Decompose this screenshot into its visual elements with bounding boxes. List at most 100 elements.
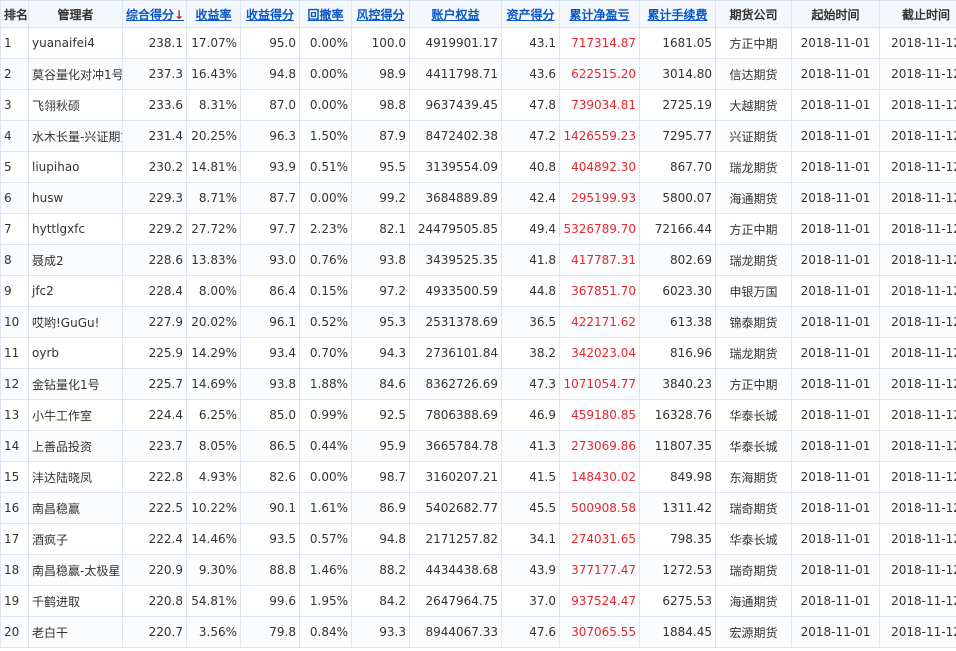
cell-return-rate: 6.25% bbox=[186, 399, 241, 431]
cell-rank: 2 bbox=[0, 58, 29, 90]
cell-start-date: 2018-11-01 bbox=[791, 27, 880, 59]
col-asset-score-header[interactable]: 资产得分 bbox=[501, 0, 560, 28]
cell-rank: 17 bbox=[0, 523, 29, 555]
cell-fees: 802.69 bbox=[639, 244, 716, 276]
col-equity-header[interactable]: 账户权益 bbox=[409, 0, 502, 28]
cell-asset-score: 43.9 bbox=[501, 554, 560, 586]
cell-end-date: 2018-11-12 bbox=[879, 461, 956, 493]
cell-start-date: 2018-11-01 bbox=[791, 151, 880, 183]
table-row[interactable]: 3 飞翎秋硕 233.6 8.31% 87.0 0.00% 98.8 9637439.45 47… bbox=[0, 89, 956, 121]
cell-drawdown: 1.61% bbox=[299, 492, 352, 524]
cell-return-rate: 14.29% bbox=[186, 337, 241, 369]
col-risk-score-header[interactable]: 风控得分 bbox=[351, 0, 410, 28]
cell-net-pnl: 307065.55 bbox=[559, 616, 640, 648]
cell-total-score: 237.3 bbox=[122, 58, 187, 90]
cell-start-date: 2018-11-01 bbox=[791, 337, 880, 369]
cell-end-date: 2018-11-12 bbox=[879, 213, 956, 245]
cell-return-rate: 13.83% bbox=[186, 244, 241, 276]
cell-drawdown: 0.52% bbox=[299, 306, 352, 338]
cell-total-score: 231.4 bbox=[122, 120, 187, 152]
cell-fees: 5800.07 bbox=[639, 182, 716, 214]
cell-start-date: 2018-11-01 bbox=[791, 89, 880, 121]
cell-equity: 2171257.82 bbox=[409, 523, 502, 555]
cell-risk-score: 82.1 bbox=[351, 213, 410, 245]
cell-broker: 海通期货 bbox=[715, 585, 792, 617]
col-total-score-header[interactable]: 综合得分↓ bbox=[122, 0, 187, 28]
table-row[interactable]: 6 husw 229.3 8.71% 87.7 0.00% 99.2 3684889.89 42… bbox=[0, 182, 956, 214]
cell-rank: 15 bbox=[0, 461, 29, 493]
cell-rank: 3 bbox=[0, 89, 29, 121]
cell-manager: 南昌稳赢-太极星 bbox=[28, 554, 123, 586]
cell-end-date: 2018-11-12 bbox=[879, 151, 956, 183]
cell-net-pnl: 622515.20 bbox=[559, 58, 640, 90]
table-row[interactable]: 16 南昌稳赢 222.5 10.22% 90.1 1.61% 86.9 5402682.77… bbox=[0, 492, 956, 524]
cell-rank: 5 bbox=[0, 151, 29, 183]
col-end-header: 截止时间 bbox=[879, 0, 956, 28]
table-row[interactable]: 8 聂成2 228.6 13.83% 93.0 0.76% 93.8 3439525.35 41… bbox=[0, 244, 956, 276]
cell-asset-score: 49.4 bbox=[501, 213, 560, 245]
table-row[interactable]: 4 水木长量-兴证期货 231.4 20.25% 96.3 1.50% 87.9 847240… bbox=[0, 120, 956, 152]
cell-start-date: 2018-11-01 bbox=[791, 182, 880, 214]
cell-start-date: 2018-11-01 bbox=[791, 368, 880, 400]
table-row[interactable]: 19 千鹤进取 220.8 54.81% 99.6 1.95% 84.2 2647964.75… bbox=[0, 585, 956, 617]
cell-drawdown: 0.70% bbox=[299, 337, 352, 369]
cell-risk-score: 97.2 bbox=[351, 275, 410, 307]
col-fees-header[interactable]: 累计手续费 bbox=[639, 0, 716, 28]
cell-net-pnl: 273069.86 bbox=[559, 430, 640, 462]
table-row[interactable]: 12 金钻量化1号 225.7 14.69% 93.8 1.88% 84.6 8362726.… bbox=[0, 368, 956, 400]
col-return-score-header[interactable]: 收益得分 bbox=[240, 0, 300, 28]
cell-asset-score: 41.3 bbox=[501, 430, 560, 462]
cell-fees: 798.35 bbox=[639, 523, 716, 555]
table-row[interactable]: 13 小牛工作室 224.4 6.25% 85.0 0.99% 92.5 7806388.69… bbox=[0, 399, 956, 431]
cell-return-score: 93.9 bbox=[240, 151, 300, 183]
cell-rank: 13 bbox=[0, 399, 29, 431]
cell-return-rate: 17.07% bbox=[186, 27, 241, 59]
table-row[interactable]: 9 jfc2 228.4 8.00% 86.4 0.15% 97.2 4933500.59 44… bbox=[0, 275, 956, 307]
col-return-rate-header[interactable]: 收益率 bbox=[186, 0, 241, 28]
table-row[interactable]: 14 上善品投资 223.7 8.05% 86.5 0.44% 95.9 3665784.78… bbox=[0, 430, 956, 462]
cell-broker: 锦泰期货 bbox=[715, 306, 792, 338]
cell-total-score: 230.2 bbox=[122, 151, 187, 183]
cell-return-score: 95.0 bbox=[240, 27, 300, 59]
table-row[interactable]: 10 哎哟!GuGu! 227.9 20.02% 96.1 0.52% 95.3 253137… bbox=[0, 306, 956, 338]
cell-total-score: 222.4 bbox=[122, 523, 187, 555]
cell-asset-score: 47.8 bbox=[501, 89, 560, 121]
cell-net-pnl: 377177.47 bbox=[559, 554, 640, 586]
table-row[interactable]: 17 酒疯子 222.4 14.46% 93.5 0.57% 94.8 2171257.82 3… bbox=[0, 523, 956, 555]
table-row[interactable]: 15 沣达陆晓凤 222.8 4.93% 82.6 0.00% 98.7 3160207.21… bbox=[0, 461, 956, 493]
cell-fees: 6023.30 bbox=[639, 275, 716, 307]
cell-return-score: 97.7 bbox=[240, 213, 300, 245]
cell-drawdown: 0.00% bbox=[299, 461, 352, 493]
col-drawdown-header[interactable]: 回撤率 bbox=[299, 0, 352, 28]
cell-asset-score: 47.2 bbox=[501, 120, 560, 152]
cell-return-score: 82.6 bbox=[240, 461, 300, 493]
cell-return-score: 93.8 bbox=[240, 368, 300, 400]
cell-broker: 华泰长城 bbox=[715, 523, 792, 555]
cell-net-pnl: 500908.58 bbox=[559, 492, 640, 524]
cell-start-date: 2018-11-01 bbox=[791, 244, 880, 276]
cell-risk-score: 84.6 bbox=[351, 368, 410, 400]
table-row[interactable]: 7 hyttlgxfc 229.2 27.72% 97.7 2.23% 82.1 244795… bbox=[0, 213, 956, 245]
table-row[interactable]: 5 liupihao 230.2 14.81% 93.9 0.51% 95.5 3139554… bbox=[0, 151, 956, 183]
col-net-pnl-header[interactable]: 累计净盈亏 bbox=[559, 0, 640, 28]
cell-return-rate: 4.93% bbox=[186, 461, 241, 493]
cell-asset-score: 38.2 bbox=[501, 337, 560, 369]
cell-drawdown: 1.88% bbox=[299, 368, 352, 400]
cell-total-score: 220.8 bbox=[122, 585, 187, 617]
cell-total-score: 225.9 bbox=[122, 337, 187, 369]
cell-broker: 华泰长城 bbox=[715, 430, 792, 462]
cell-return-rate: 14.81% bbox=[186, 151, 241, 183]
cell-manager: 千鹤进取 bbox=[28, 585, 123, 617]
cell-risk-score: 88.2 bbox=[351, 554, 410, 586]
table-row[interactable]: 1 yuanaifei4 238.1 17.07% 95.0 0.00% 100.0 4919… bbox=[0, 27, 956, 59]
cell-end-date: 2018-11-12 bbox=[879, 554, 956, 586]
cell-rank: 7 bbox=[0, 213, 29, 245]
table-row[interactable]: 11 oyrb 225.9 14.29% 93.4 0.70% 94.3 2736101.84… bbox=[0, 337, 956, 369]
table-row[interactable]: 2 莫谷量化对冲1号 237.3 16.43% 94.8 0.00% 98.9 4411798… bbox=[0, 58, 956, 90]
table-row[interactable]: 18 南昌稳赢-太极星 220.9 9.30% 88.8 1.46% 88.2 4434438… bbox=[0, 554, 956, 586]
cell-end-date: 2018-11-12 bbox=[879, 27, 956, 59]
cell-asset-score: 43.6 bbox=[501, 58, 560, 90]
cell-return-rate: 3.56% bbox=[186, 616, 241, 648]
table-row[interactable]: 20 老白干 220.7 3.56% 79.8 0.84% 93.3 8944067.33 47… bbox=[0, 616, 956, 648]
cell-start-date: 2018-11-01 bbox=[791, 306, 880, 338]
